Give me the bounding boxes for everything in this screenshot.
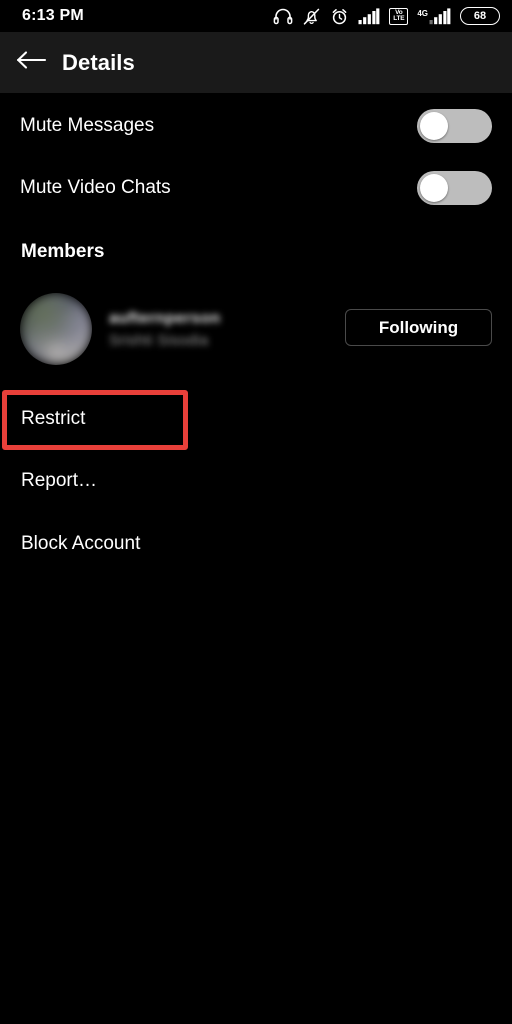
- app-bar: Details: [0, 32, 512, 93]
- status-bar: 6:13 PM Vo LTE 4G 68: [0, 0, 512, 32]
- battery-level-label: 68: [473, 10, 487, 22]
- phone-screen: 6:13 PM Vo LTE 4G 68 Details Mute Messag…: [0, 0, 512, 1024]
- mobile-data-signal-icon: 4G: [417, 7, 451, 25]
- alarm-icon: [330, 7, 349, 26]
- notifications-off-icon: [302, 7, 321, 26]
- avatar: [20, 293, 92, 365]
- member-username: aufternperson: [109, 309, 221, 327]
- status-bar-clock: 6:13 PM: [22, 7, 84, 24]
- avatar-image: [20, 293, 92, 365]
- volte-bottom-label: LTE: [393, 15, 405, 22]
- action-restrict[interactable]: Restrict: [0, 399, 512, 439]
- setting-row-mute-messages[interactable]: Mute Messages: [0, 101, 512, 151]
- network-type-label: 4G: [417, 9, 428, 18]
- details-content: Mute Messages Mute Video Chats Members a…: [0, 93, 512, 1024]
- member-list-item[interactable]: aufternperson Srishti Sisodia Following: [0, 293, 512, 365]
- arrow-left-icon: [15, 48, 47, 77]
- headphones-icon: [273, 7, 293, 25]
- mute-messages-toggle[interactable]: [417, 109, 492, 143]
- signal-bars-icon: [358, 7, 380, 25]
- mute-video-chats-label: Mute Video Chats: [20, 177, 171, 198]
- status-bar-icons: Vo LTE 4G 68: [273, 7, 500, 26]
- toggle-knob: [420, 112, 448, 140]
- mute-video-chats-toggle[interactable]: [417, 171, 492, 205]
- setting-row-mute-video-chats[interactable]: Mute Video Chats: [0, 163, 512, 213]
- action-report[interactable]: Report…: [0, 461, 512, 501]
- volte-icon: Vo LTE: [389, 7, 409, 25]
- back-button[interactable]: [0, 32, 62, 93]
- page-title: Details: [62, 49, 135, 75]
- members-section-title: Members: [21, 241, 105, 262]
- mute-messages-label: Mute Messages: [20, 115, 155, 136]
- member-identity: aufternperson Srishti Sisodia: [109, 310, 220, 349]
- following-button[interactable]: Following: [345, 309, 492, 346]
- action-block-account[interactable]: Block Account: [0, 524, 512, 564]
- member-full-name: Srishti Sisodia: [109, 331, 209, 349]
- battery-icon: 68: [460, 7, 500, 25]
- toggle-knob: [420, 174, 448, 202]
